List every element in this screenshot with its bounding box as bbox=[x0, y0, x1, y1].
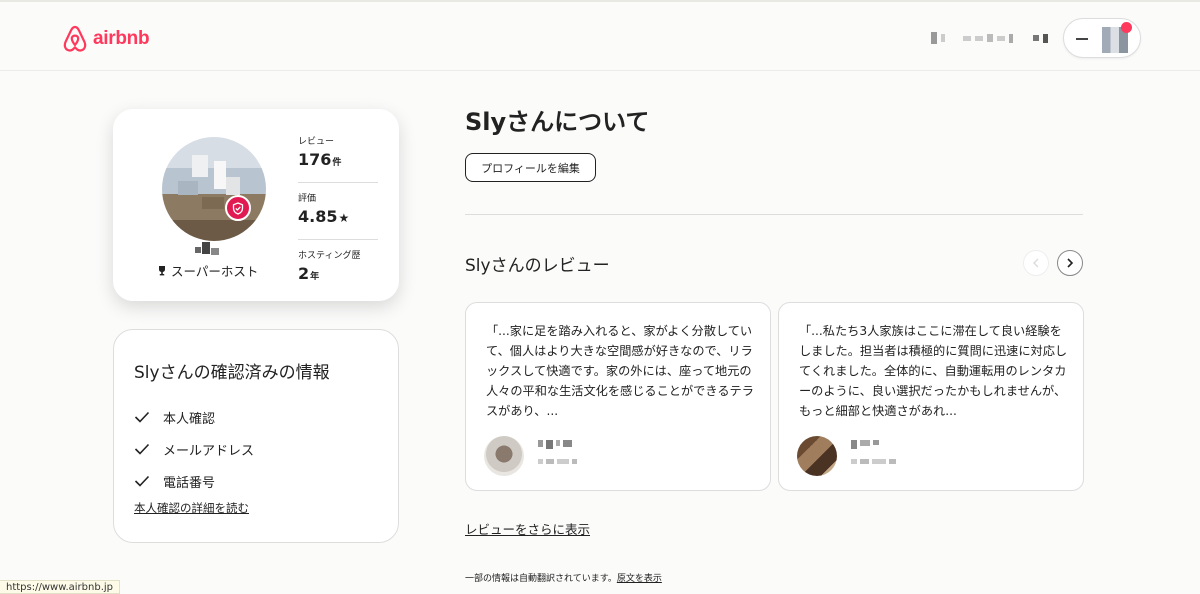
superhost-badge: スーパーホスト bbox=[157, 261, 258, 280]
hamburger-icon bbox=[1076, 38, 1088, 40]
status-bar-url: https://www.airbnb.jp bbox=[0, 580, 120, 594]
reviewer-info-blurred bbox=[538, 440, 577, 474]
airbnb-logo[interactable]: airbnb bbox=[62, 25, 150, 53]
check-icon bbox=[134, 475, 150, 487]
airbnb-logo-icon bbox=[62, 25, 88, 53]
show-original-link[interactable]: 原文を表示 bbox=[617, 574, 662, 584]
shield-check-icon bbox=[225, 195, 251, 221]
stat-label: 評価 bbox=[298, 194, 317, 204]
verified-info-list: 本人確認 メールアドレス 電話番号 bbox=[134, 401, 254, 497]
verified-item-identity: 本人確認 bbox=[134, 401, 254, 433]
reviews-next-button[interactable] bbox=[1057, 250, 1083, 276]
chevron-left-icon bbox=[1032, 258, 1039, 268]
globe-icon[interactable] bbox=[1033, 32, 1048, 44]
page-title: Slyさんについて bbox=[465, 108, 650, 136]
verified-info-card: Slyさんの確認済みの情報 本人確認 メールアドレス 電話番号 本人確認の詳細を… bbox=[113, 329, 399, 543]
superhost-label: スーパーホスト bbox=[171, 264, 259, 279]
review-text: 「...家に足を踏み入れると、家がよく分散していて、個人はより大きな空間感が好き… bbox=[486, 324, 754, 418]
reviewer-avatar bbox=[797, 436, 837, 476]
host-stats: レビュー 176件 評価 4.85★ ホスティング歴 2年 bbox=[298, 136, 378, 307]
nav-link-blurred[interactable] bbox=[931, 32, 945, 44]
host-name-blurred bbox=[193, 242, 221, 256]
identity-details-link[interactable]: 本人確認の詳細を読む bbox=[134, 500, 249, 516]
reviews-prev-button[interactable] bbox=[1023, 250, 1049, 276]
user-menu-button[interactable] bbox=[1063, 18, 1141, 58]
star-icon: ★ bbox=[338, 211, 350, 225]
reviews-title: Slyさんのレビュー bbox=[465, 256, 610, 276]
chevron-right-icon bbox=[1067, 258, 1074, 268]
stat-label: ホスティング歴 bbox=[298, 251, 361, 261]
trophy-icon bbox=[159, 266, 165, 276]
stat-value: 4.85★ bbox=[298, 207, 350, 226]
review-text: 「...私たち3人家族はここに滞在して良い経験をしました。担当者は積極的に質問に… bbox=[799, 324, 1068, 418]
reviewer-avatar bbox=[484, 436, 524, 476]
reviewer-info-blurred bbox=[851, 440, 896, 474]
check-icon bbox=[134, 411, 150, 423]
check-icon bbox=[134, 443, 150, 455]
stat-hosting-years: ホスティング歴 2年 bbox=[298, 250, 378, 297]
section-divider bbox=[465, 214, 1083, 215]
stat-label: レビュー bbox=[298, 137, 335, 147]
host-avatar bbox=[162, 137, 266, 241]
host-avatar-photo bbox=[162, 137, 266, 241]
host-profile-card: スーパーホスト レビュー 176件 評価 4.85★ ホスティング歴 2年 bbox=[113, 109, 399, 301]
show-more-reviews-link[interactable]: レビューをさらに表示 bbox=[465, 519, 590, 538]
site-header: airbnb bbox=[0, 2, 1200, 71]
verified-info-title: Slyさんの確認済みの情報 bbox=[134, 363, 330, 383]
airbnb-logo-text: airbnb bbox=[93, 28, 150, 49]
notification-dot bbox=[1121, 22, 1132, 33]
review-card[interactable]: 「...家に足を踏み入れると、家がよく分散していて、個人はより大きな空間感が好き… bbox=[465, 302, 771, 491]
stat-value: 176件 bbox=[298, 150, 342, 169]
stat-reviews: レビュー 176件 bbox=[298, 136, 378, 183]
verified-item-email: メールアドレス bbox=[134, 433, 254, 465]
stat-rating: 評価 4.85★ bbox=[298, 193, 378, 240]
translation-notice-text: 一部の情報は自動翻訳されています。 bbox=[465, 574, 617, 584]
stat-value: 2年 bbox=[298, 264, 320, 283]
review-card[interactable]: 「...私たち3人家族はここに滞在して良い経験をしました。担当者は積極的に質問に… bbox=[778, 302, 1084, 491]
edit-profile-button[interactable]: プロフィールを編集 bbox=[465, 153, 596, 182]
translation-notice: 一部の情報は自動翻訳されています。原文を表示 bbox=[465, 571, 662, 584]
verified-item-phone: 電話番号 bbox=[134, 465, 254, 497]
nav-link-blurred-2[interactable] bbox=[963, 32, 1013, 44]
